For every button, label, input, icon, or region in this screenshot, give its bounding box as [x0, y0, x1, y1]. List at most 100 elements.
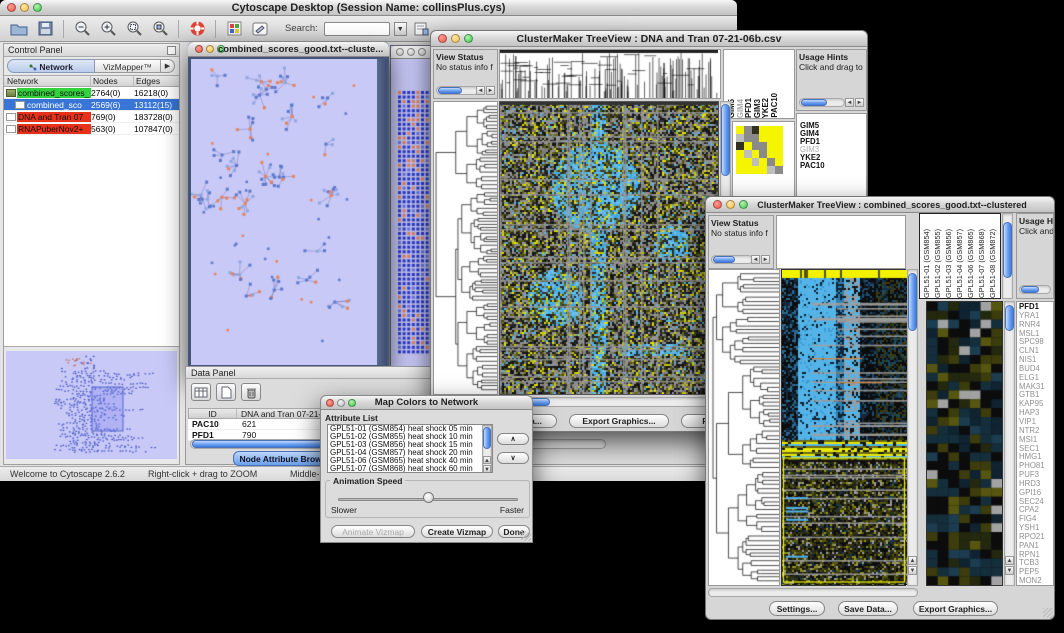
node-attribute-browser-button[interactable]: Node Attribute Brows	[233, 451, 333, 466]
network-list-row[interactable]: DNA and Tran 07769(0)183728(0)	[4, 111, 179, 123]
resize-grip[interactable]	[521, 531, 531, 541]
scroll-left-icon[interactable]: ◄	[476, 86, 485, 95]
network-window-titlebar[interactable]: combined_scores_good.txt--cluste...	[188, 42, 389, 57]
usage-hints-hscrollbar[interactable]	[799, 98, 845, 107]
control-panel-tabs: Network VizMapper™ ▶	[4, 57, 179, 75]
tab-vizmapper[interactable]: VizMapper™	[95, 59, 161, 73]
column-label[interactable]: PAC10	[770, 93, 778, 118]
scroll-right-icon[interactable]: ►	[486, 86, 495, 95]
close-icon[interactable]	[713, 200, 722, 209]
scroll-right-icon[interactable]: ►	[761, 255, 770, 264]
treeview2-hscrollbar[interactable]	[708, 588, 918, 597]
vizmapper-palette-icon[interactable]	[223, 19, 245, 39]
open-file-button[interactable]	[8, 19, 30, 39]
treeview1-row-dendrogram[interactable]	[433, 101, 498, 395]
treeview2-zoom-panel[interactable]	[926, 301, 1003, 586]
column-label[interactable]: GPL51-07 (GSM868)	[977, 229, 988, 298]
resize-grip[interactable]	[1043, 608, 1053, 618]
new-attribute-icon[interactable]	[216, 383, 236, 401]
move-down-button[interactable]: ∨	[497, 452, 529, 464]
main-titlebar[interactable]: Cytoscape Desktop (Session Name: collins…	[0, 0, 737, 16]
scroll-down-icon[interactable]: ▼	[1005, 566, 1014, 575]
float-panel-icon[interactable]	[167, 46, 176, 55]
move-up-button[interactable]: ∧	[497, 433, 529, 445]
birdseye-view[interactable]	[6, 351, 177, 459]
attribute-listbox[interactable]: GPL51-01 (GSM854) heat shock 05 minGPL51…	[327, 424, 493, 473]
minimize-icon[interactable]	[407, 48, 415, 56]
usage-hints-hscrollbar[interactable]	[1019, 285, 1051, 294]
col-nodes[interactable]: Nodes	[91, 76, 134, 86]
zoom-in-icon[interactable]	[97, 19, 119, 39]
network-list-row[interactable]: combined_scores_2764(0)16218(0)	[4, 87, 179, 99]
view-status-hscrollbar[interactable]	[711, 255, 753, 264]
column-label[interactable]: GPL51-08 (GSM872)	[988, 229, 999, 298]
treeview2-row-dendrogram[interactable]	[708, 269, 780, 586]
column-label[interactable]: PFD1	[744, 98, 752, 118]
annotation-edit-icon[interactable]	[249, 19, 271, 39]
scroll-right-icon[interactable]: ►	[855, 98, 864, 107]
column-label[interactable]: YKE2	[761, 98, 769, 118]
close-icon[interactable]	[396, 48, 404, 56]
id-column-header[interactable]: ID	[189, 409, 237, 418]
create-vizmap-button[interactable]: Create Vizmap	[421, 525, 493, 538]
animate-vizmap-button[interactable]: Animate Vizmap	[331, 525, 415, 538]
treeview1-heatmap[interactable]	[499, 101, 719, 395]
network-edges-count: 107847(0)	[134, 124, 179, 134]
delete-attribute-icon[interactable]	[241, 383, 261, 401]
column-label[interactable]: GPL51-01 (GSM854)	[922, 229, 933, 298]
attribute-list-vscrollbar[interactable]: ▲ ▼	[482, 425, 492, 473]
treeview2-column-dendrogram[interactable]	[776, 215, 906, 269]
attribute-list-item[interactable]: GPL51-07 (GSM868) heat shock 60 min	[328, 465, 492, 473]
scroll-left-icon[interactable]: ◄	[845, 98, 854, 107]
column-label[interactable]: GPL51-04 (GSM857)	[955, 229, 966, 298]
column-label[interactable]: GPL51-06 (GSM865)	[966, 229, 977, 298]
scroll-up-icon[interactable]: ▲	[908, 556, 917, 565]
scroll-down-icon[interactable]: ▼	[908, 566, 917, 575]
treeview1-column-dendrogram[interactable]	[499, 49, 721, 99]
thumbnail-cell	[775, 126, 783, 134]
zoom-fit-icon[interactable]	[123, 19, 145, 39]
scroll-up-icon[interactable]: ▲	[483, 456, 491, 464]
treeview2-titlebar[interactable]: ClusterMaker TreeView : combined_scores_…	[706, 197, 1054, 213]
network-list-row[interactable]: RNAPuberNov2+563(0)107847(0)	[4, 123, 179, 135]
select-attributes-icon[interactable]	[191, 383, 211, 401]
column-label[interactable]: GIM4	[736, 99, 744, 118]
scroll-left-icon[interactable]: ◄	[751, 255, 760, 264]
minimize-icon[interactable]	[206, 45, 214, 53]
gene-label[interactable]: MON2	[1019, 577, 1053, 586]
treeview1-titlebar[interactable]: ClusterMaker TreeView : DNA and Tran 07-…	[431, 31, 867, 47]
search-input[interactable]	[324, 22, 390, 36]
zoom-out-icon[interactable]	[71, 19, 93, 39]
treeview2-heatmap[interactable]	[781, 269, 906, 586]
row-label[interactable]: PAC10	[800, 162, 866, 170]
speed-slider-thumb[interactable]	[423, 492, 434, 503]
export-graphics-button[interactable]: Export Graphics...	[569, 414, 669, 428]
scroll-down-icon[interactable]: ▼	[483, 465, 491, 473]
column-label[interactable]: GIM3	[753, 99, 761, 118]
zoom-window-icon[interactable]	[418, 48, 426, 56]
search-dropdown-icon[interactable]: ▼	[394, 22, 407, 36]
close-icon[interactable]	[195, 45, 203, 53]
treeview2-vscrollbar[interactable]: ▲ ▼	[907, 269, 918, 586]
view-status-hscrollbar[interactable]	[436, 86, 480, 95]
tab-network[interactable]: Network	[7, 59, 95, 73]
treeview2-collabel-vscrollbar[interactable]	[1002, 213, 1013, 299]
col-edges[interactable]: Edges	[134, 76, 179, 86]
scroll-up-icon[interactable]: ▲	[1005, 556, 1014, 565]
network-vscrollbar[interactable]	[377, 59, 387, 365]
settings-button[interactable]: Settings...	[769, 601, 825, 616]
export-graphics-button[interactable]: Export Graphics...	[913, 601, 998, 616]
column-label[interactable]: GPL51-03 (GSM856)	[944, 229, 955, 298]
dialog-titlebar[interactable]: Map Colors to Network	[321, 396, 532, 410]
save-button[interactable]	[34, 19, 56, 39]
treeview1-selection-thumbnail[interactable]	[736, 126, 794, 174]
tab-overflow-arrow[interactable]: ▶	[161, 59, 175, 73]
zoom-selected-icon[interactable]	[149, 19, 171, 39]
column-label[interactable]: GPL51-02 (GSM855)	[933, 229, 944, 298]
network-canvas[interactable]	[191, 59, 377, 365]
help-lifesaver-icon[interactable]	[186, 19, 208, 39]
save-data-button[interactable]: Save Data...	[838, 601, 898, 616]
col-network[interactable]: Network	[4, 76, 91, 86]
treeview2-zoom-vscrollbar[interactable]: ▲ ▼	[1004, 301, 1015, 586]
network-list-row[interactable]: combined_sco2569(6)13112(15)	[4, 99, 179, 111]
